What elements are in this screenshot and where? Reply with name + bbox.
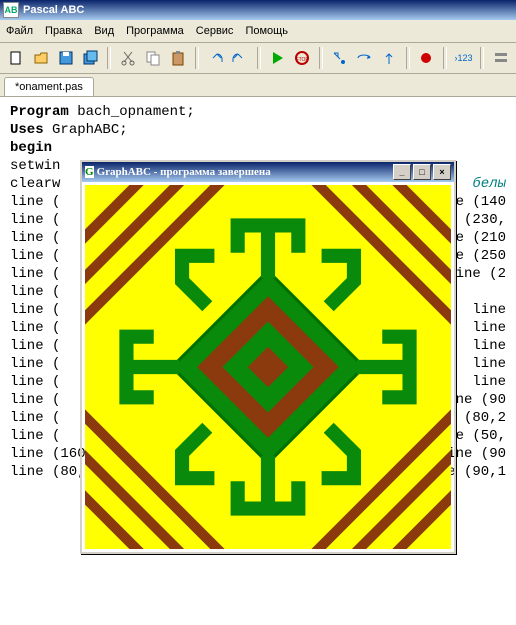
graph-canvas (85, 185, 451, 549)
save-icon[interactable] (54, 46, 77, 70)
menu-program[interactable]: Программа (126, 25, 184, 37)
goto-line-icon[interactable]: ›123 (452, 46, 475, 70)
close-button[interactable]: × (433, 164, 451, 180)
stop-icon[interactable]: STOP (291, 46, 314, 70)
step-out-icon[interactable] (378, 46, 401, 70)
menu-help[interactable]: Помощь (245, 25, 288, 37)
undo-icon[interactable] (204, 46, 227, 70)
kw-begin: begin (10, 140, 52, 156)
minimize-button[interactable]: _ (393, 164, 411, 180)
save-all-icon[interactable] (79, 46, 102, 70)
redo-icon[interactable] (229, 46, 252, 70)
new-file-icon[interactable] (4, 46, 27, 70)
graph-title: GraphABC - программа завершена (97, 166, 271, 178)
settings-icon[interactable] (489, 46, 512, 70)
menubar: Файл Правка Вид Программа Сервис Помощь (0, 20, 516, 43)
graphabc-window[interactable]: G GraphABC - программа завершена _ □ × (80, 160, 456, 554)
menu-edit[interactable]: Правка (45, 25, 82, 37)
svg-text:STOP: STOP (295, 57, 309, 63)
open-file-icon[interactable] (29, 46, 52, 70)
tab-onament[interactable]: *onament.pas (4, 77, 94, 96)
menu-service[interactable]: Сервис (196, 25, 234, 37)
paste-icon[interactable] (166, 46, 189, 70)
app-title: Pascal ABC (23, 4, 84, 16)
toolbar: STOP ›123 (0, 43, 516, 74)
copy-icon[interactable] (141, 46, 164, 70)
graph-titlebar[interactable]: G GraphABC - программа завершена _ □ × (82, 162, 454, 182)
cut-icon[interactable] (116, 46, 139, 70)
breakpoint-icon[interactable] (415, 46, 438, 70)
tabbar: *onament.pas (0, 74, 516, 97)
kw-uses: Uses (10, 122, 44, 138)
app-titlebar: AB Pascal ABC (0, 0, 516, 20)
menu-view[interactable]: Вид (94, 25, 114, 37)
maximize-button[interactable]: □ (413, 164, 431, 180)
menu-file[interactable]: Файл (6, 25, 33, 37)
app-icon: AB (3, 2, 19, 18)
run-icon[interactable] (266, 46, 289, 70)
step-over-icon[interactable] (353, 46, 376, 70)
graph-app-icon: G (85, 166, 94, 178)
step-into-icon[interactable] (328, 46, 351, 70)
kw-program: Program (10, 104, 69, 120)
